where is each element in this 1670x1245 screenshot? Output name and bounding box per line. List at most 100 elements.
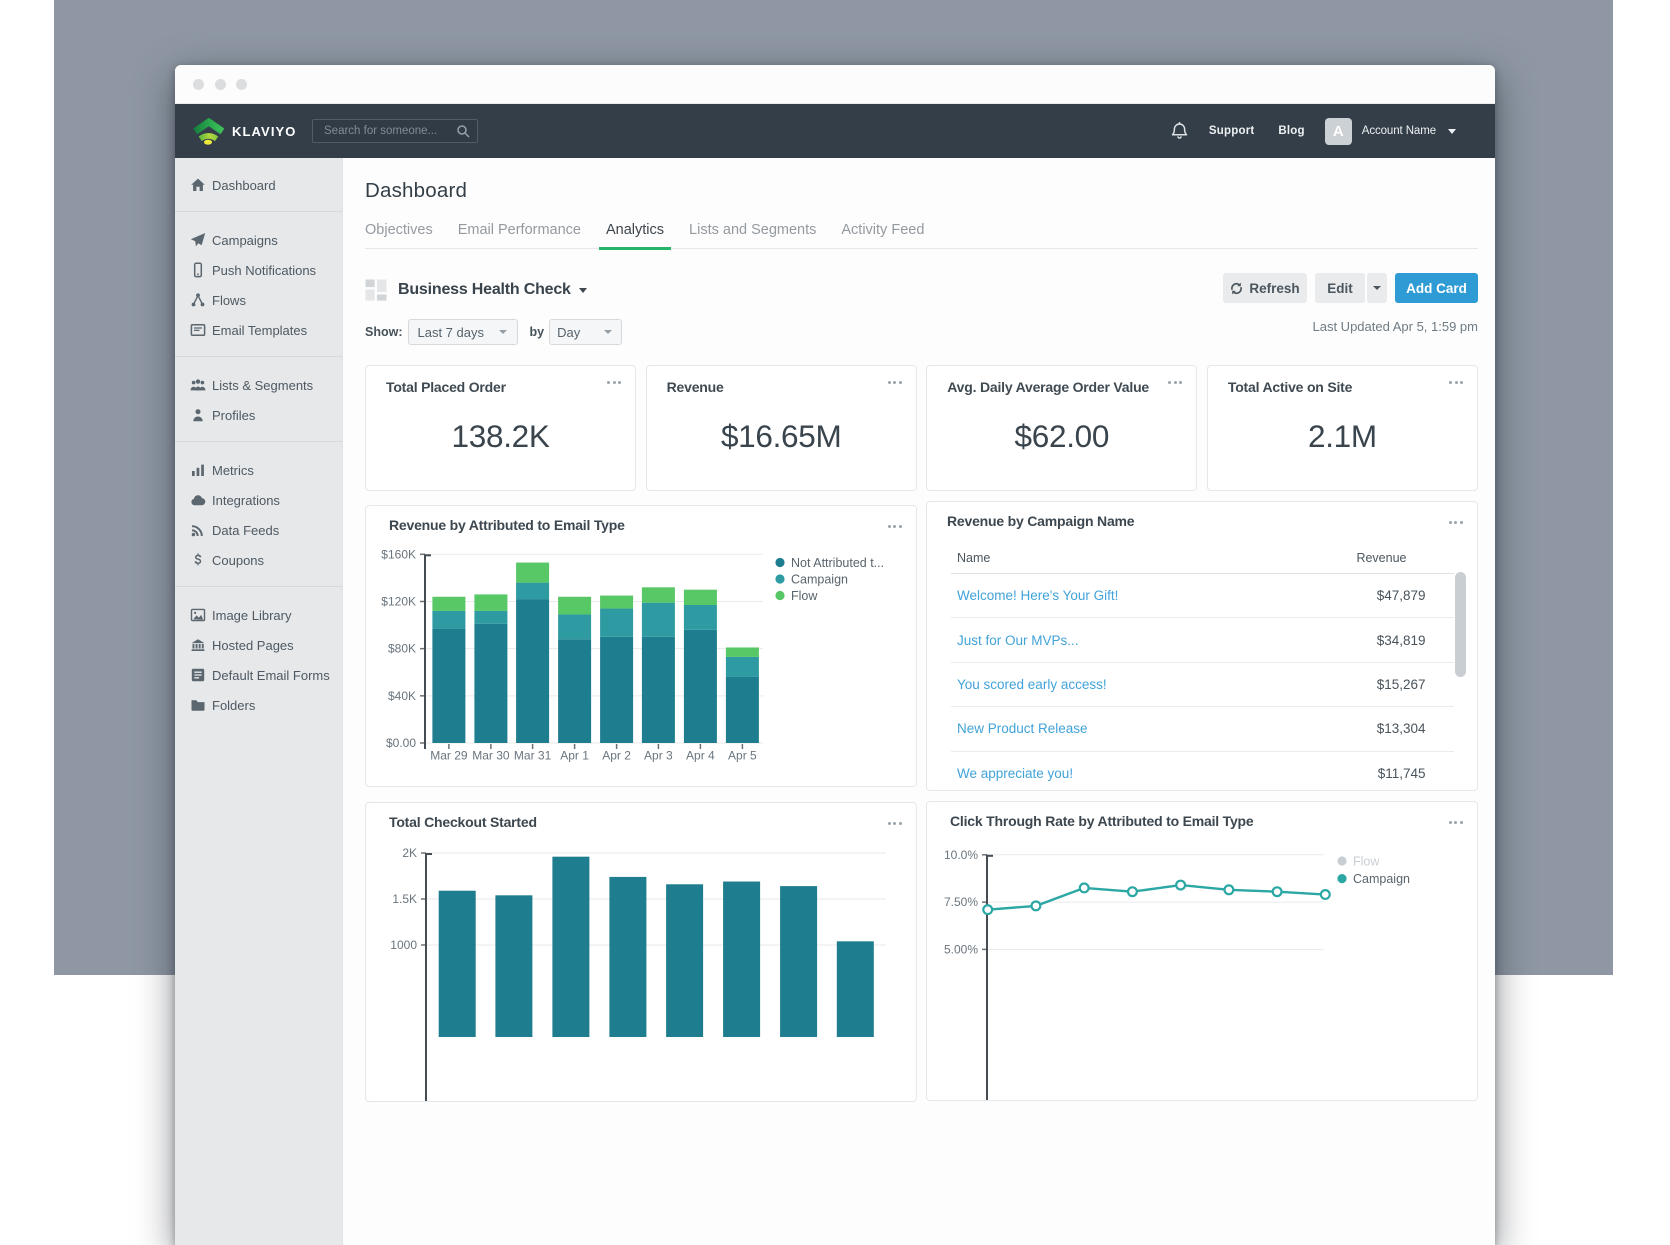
bar-segment[interactable]	[642, 603, 675, 637]
sidebar-item-push-notifications[interactable]: Push Notifications	[175, 255, 342, 285]
legend-item-flow[interactable]: Flow	[1353, 854, 1380, 868]
bar-segment[interactable]	[726, 657, 759, 677]
legend-item-not-attributed-t[interactable]: Not Attributed t...	[791, 556, 884, 570]
card-menu-button[interactable]	[1168, 381, 1182, 384]
tab-lists-and-segments[interactable]: Lists and Segments	[689, 222, 816, 248]
tab-activity-feed[interactable]: Activity Feed	[841, 222, 924, 248]
bar-segment[interactable]	[474, 624, 507, 743]
campaign-name-link[interactable]: Just for Our MVPs...	[951, 633, 1079, 648]
sidebar-item-image-library[interactable]: Image Library	[175, 600, 342, 630]
bar[interactable]	[723, 882, 760, 1037]
interval-dropdown[interactable]: Day	[549, 319, 622, 345]
data-point[interactable]	[1032, 901, 1041, 910]
campaign-name-link[interactable]: New Product Release	[951, 721, 1088, 736]
bar[interactable]	[439, 891, 476, 1037]
bar-segment[interactable]	[600, 596, 633, 609]
support-link[interactable]: Support	[1209, 125, 1254, 137]
table-row: Welcome! Here's Your Gift!$47,879	[951, 574, 1454, 618]
bar-segment[interactable]	[726, 677, 759, 743]
window-dot-close[interactable]	[193, 79, 204, 90]
data-point[interactable]	[1321, 890, 1330, 899]
legend-item-campaign[interactable]: Campaign	[791, 572, 848, 586]
sidebar-item-data-feeds[interactable]: Data Feeds	[175, 515, 342, 545]
sidebar-item-integrations[interactable]: Integrations	[175, 485, 342, 515]
bar-segment[interactable]	[432, 611, 465, 629]
card-menu-button[interactable]	[888, 525, 902, 528]
bar-segment[interactable]	[642, 637, 675, 743]
sidebar-item-coupons[interactable]: Coupons	[175, 545, 342, 575]
card-menu-button[interactable]	[1449, 821, 1463, 824]
edit-menu-button[interactable]	[1367, 273, 1387, 303]
bar-segment[interactable]	[684, 630, 717, 743]
sidebar-item-hosted-pages[interactable]: Hosted Pages	[175, 630, 342, 660]
bar-segment[interactable]	[432, 629, 465, 743]
account-menu-caret-icon[interactable]	[1448, 129, 1456, 134]
bar-segment[interactable]	[558, 597, 591, 615]
bar-segment[interactable]	[684, 590, 717, 605]
bar[interactable]	[609, 877, 646, 1037]
tab-email-performance[interactable]: Email Performance	[458, 222, 581, 248]
data-point[interactable]	[983, 905, 992, 914]
bar-segment[interactable]	[726, 647, 759, 656]
account-name[interactable]: Account Name	[1362, 125, 1436, 137]
search-input[interactable]	[313, 120, 477, 142]
sidebar-item-campaigns[interactable]: Campaigns	[175, 225, 342, 255]
bar[interactable]	[666, 884, 703, 1037]
card-menu-button[interactable]	[607, 381, 621, 384]
legend-item-flow[interactable]: Flow	[791, 589, 818, 603]
controls-section: Business Health Check Show: Last 7 days …	[365, 249, 1478, 365]
blog-link[interactable]: Blog	[1278, 125, 1304, 137]
data-point[interactable]	[1176, 881, 1185, 890]
bar-segment[interactable]	[558, 639, 591, 743]
card-menu-button[interactable]	[1449, 381, 1463, 384]
sidebar-item-metrics[interactable]: Metrics	[175, 455, 342, 485]
edit-button[interactable]: Edit	[1315, 273, 1365, 303]
klaviyo-logo[interactable]: KLAVIYO	[192, 118, 297, 145]
bar-segment[interactable]	[432, 597, 465, 611]
bar[interactable]	[552, 857, 589, 1037]
legend-item-campaign[interactable]: Campaign	[1353, 872, 1410, 886]
data-point[interactable]	[1273, 887, 1282, 896]
add-card-button[interactable]: Add Card	[1395, 273, 1478, 303]
bar-segment[interactable]	[558, 614, 591, 639]
bar-segment[interactable]	[600, 609, 633, 637]
search-box[interactable]	[312, 119, 478, 143]
sidebar-item-folders[interactable]: Folders	[175, 690, 342, 720]
sidebar-item-lists-segments[interactable]: Lists & Segments	[175, 370, 342, 400]
bar[interactable]	[837, 941, 874, 1037]
campaign-name-link[interactable]: We appreciate you!	[951, 766, 1073, 781]
bar[interactable]	[495, 895, 532, 1037]
bar-segment[interactable]	[516, 599, 549, 743]
data-point[interactable]	[1080, 884, 1089, 893]
bar-segment[interactable]	[474, 594, 507, 611]
sidebar-item-email-templates[interactable]: Email Templates	[175, 315, 342, 345]
campaign-name-link[interactable]: You scored early access!	[951, 677, 1107, 692]
bar-segment[interactable]	[642, 587, 675, 602]
date-range-dropdown[interactable]: Last 7 days	[408, 319, 518, 345]
card-menu-button[interactable]	[888, 381, 902, 384]
bar-segment[interactable]	[600, 637, 633, 743]
tab-analytics[interactable]: Analytics	[606, 222, 664, 248]
table-scrollbar[interactable]	[1455, 572, 1466, 677]
bar-segment[interactable]	[474, 611, 507, 624]
sidebar-item-profiles[interactable]: Profiles	[175, 400, 342, 430]
card-menu-button[interactable]	[1449, 521, 1463, 524]
card-menu-button[interactable]	[888, 822, 902, 825]
data-point[interactable]	[1128, 887, 1137, 896]
account-avatar[interactable]: A	[1325, 118, 1352, 145]
tab-objectives[interactable]: Objectives	[365, 222, 433, 248]
campaign-name-link[interactable]: Welcome! Here's Your Gift!	[951, 588, 1118, 603]
sidebar-item-default-email-forms[interactable]: Default Email Forms	[175, 660, 342, 690]
bar-segment[interactable]	[684, 605, 717, 630]
data-point[interactable]	[1225, 885, 1234, 894]
refresh-button[interactable]: Refresh	[1223, 273, 1307, 303]
bar-segment[interactable]	[516, 563, 549, 583]
sidebar-item-flows[interactable]: Flows	[175, 285, 342, 315]
sidebar-separator	[175, 211, 342, 212]
sidebar-item-dashboard[interactable]: Dashboard	[175, 170, 342, 200]
bar[interactable]	[780, 886, 817, 1037]
window-dot-maximize[interactable]	[236, 79, 247, 90]
bar-segment[interactable]	[516, 583, 549, 600]
notification-bell-icon[interactable]	[1170, 121, 1189, 141]
window-dot-minimize[interactable]	[215, 79, 226, 90]
